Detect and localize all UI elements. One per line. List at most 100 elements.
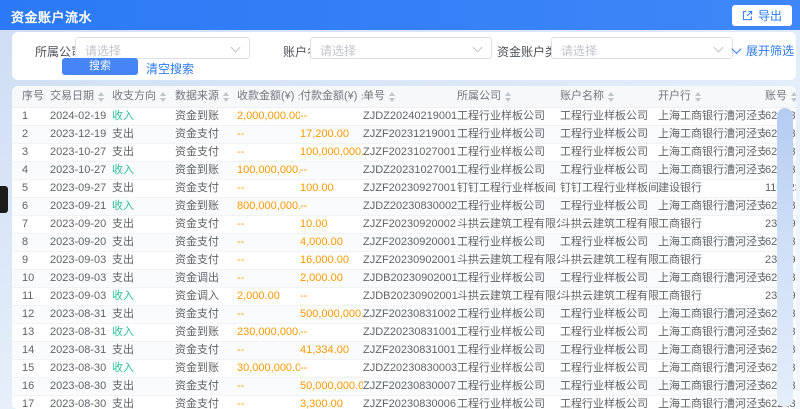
cell-order: ZJZF20230831001 (363, 342, 457, 359)
table-body: 12024-02-19收入资金到账2,000,000.00--ZJDZ20240… (12, 108, 796, 409)
column-header-label: 收支方向 (112, 86, 156, 107)
sort-caret-icon[interactable] (695, 92, 701, 102)
cell-seq: 17 (22, 396, 50, 409)
cell-direction: 收入 (112, 324, 175, 341)
column-header-direction[interactable]: 收支方向 (112, 86, 175, 107)
cell-source: 资金支付 (175, 396, 237, 409)
cell-account: 斗拱云建筑工程有限公司 (560, 288, 658, 305)
collapsed-drawer-handle[interactable] (0, 186, 8, 213)
table-vertical-scrollbar[interactable] (777, 108, 793, 407)
cell-date: 2023-09-27 (50, 180, 112, 197)
column-header-order[interactable]: 单号 (363, 86, 457, 107)
account-type-filter-select[interactable]: 请选择 (551, 37, 733, 59)
cell-bank: 建设银行 (658, 180, 765, 197)
cell-company: 工程行业样板公司 (457, 324, 560, 341)
cell-order: ZJDZ20230831001 (363, 324, 457, 341)
cell-bank: 上海工商银行漕河泾支行 (658, 270, 765, 287)
cell-bank: 上海工商银行漕河泾支行 (658, 360, 765, 377)
cell-account: 工程行业样板公司 (560, 234, 658, 251)
cell-pay: 2,000.00 (300, 270, 363, 287)
cell-source: 资金支付 (175, 378, 237, 395)
table-row: 12024-02-19收入资金到账2,000,000.00--ZJDZ20240… (12, 108, 796, 126)
column-header-label: 账号 (765, 86, 787, 107)
table-row: 32023-10-27支出资金支付--100,000,000.00ZJZF202… (12, 144, 796, 162)
expand-filters-link[interactable]: 展开筛选 (733, 42, 794, 59)
cell-account: 斗拱云建筑工程有限公司 (560, 252, 658, 269)
company-filter-select[interactable]: 请选择 (75, 37, 250, 59)
cell-date: 2023-08-30 (50, 360, 112, 377)
column-header-source[interactable]: 数据来源 (175, 86, 237, 107)
column-header-date[interactable]: 交易日期 (50, 86, 112, 107)
column-header-label: 数据来源 (175, 86, 219, 107)
cell-company: 工程行业样板公司 (457, 126, 560, 143)
cell-receive: 30,000,000.00 (237, 360, 300, 377)
sort-caret-icon[interactable] (791, 92, 796, 102)
account-name-filter-select[interactable]: 请选择 (310, 37, 492, 59)
account-type-filter-placeholder: 请选择 (561, 42, 597, 59)
export-button[interactable]: 导出 (732, 5, 792, 26)
cell-direction: 收入 (112, 162, 175, 179)
sort-caret-icon[interactable] (98, 92, 104, 102)
cell-seq: 5 (22, 180, 50, 197)
table-row: 72023-09-20支出资金支付--10.00ZJZF20230920002斗… (12, 216, 796, 234)
cell-source: 资金支付 (175, 216, 237, 233)
sort-caret-icon[interactable] (389, 92, 395, 102)
cell-direction: 支出 (112, 378, 175, 395)
chevron-down-icon (732, 44, 742, 54)
chevron-down-icon (473, 43, 483, 53)
cell-bank: 上海工商银行漕河泾支行 (658, 234, 765, 251)
cell-order: ZJDB20230902001 (363, 270, 457, 287)
cell-account: 工程行业样板公司 (560, 162, 658, 179)
cell-date: 2023-08-31 (50, 306, 112, 323)
cell-bank: 工商银行 (658, 288, 765, 305)
cell-seq: 9 (22, 252, 50, 269)
column-header-receive[interactable]: 收款金额(¥) (237, 86, 300, 107)
cell-seq: 6 (22, 198, 50, 215)
cell-company: 钉钉工程行业样板间 (457, 180, 560, 197)
cell-receive: -- (237, 342, 300, 359)
cell-receive: 100,000,000.00 (237, 162, 300, 179)
sort-caret-icon[interactable] (505, 92, 511, 102)
account-name-filter-placeholder: 请选择 (320, 42, 356, 59)
column-header-label: 交易日期 (50, 86, 94, 107)
cell-direction: 收入 (112, 360, 175, 377)
cell-receive: 800,000,000.00 (237, 198, 300, 215)
cell-account: 工程行业样板公司 (560, 360, 658, 377)
cell-order: ZJZF20230830007 (363, 378, 457, 395)
transactions-table: 序号交易日期收支方向数据来源收款金额(¥)付款金额(¥)单号所属公司账户名称开户… (12, 86, 796, 409)
cell-date: 2023-10-27 (50, 144, 112, 161)
sort-caret-icon[interactable] (160, 92, 166, 102)
sort-caret-icon[interactable] (223, 92, 229, 102)
cell-receive: 2,000,000.00 (237, 108, 300, 125)
cell-pay: -- (300, 324, 363, 341)
cell-account: 斗拱云建筑工程有限公司 (560, 216, 658, 233)
cell-direction: 收入 (112, 108, 175, 125)
cell-order: ZJZF20231027001 (363, 144, 457, 161)
clear-search-button[interactable]: 清空搜索 (146, 60, 194, 77)
search-button[interactable]: 搜索 (62, 58, 138, 75)
cell-direction: 支出 (112, 306, 175, 323)
cell-receive: -- (237, 234, 300, 251)
column-header-account_no[interactable]: 账号 (765, 86, 796, 107)
sort-caret-icon[interactable] (608, 92, 614, 102)
cell-order: ZJDZ20230830003 (363, 360, 457, 377)
cell-date: 2023-08-31 (50, 324, 112, 341)
column-header-account[interactable]: 账户名称 (560, 86, 658, 107)
cell-receive: -- (237, 306, 300, 323)
cell-date: 2023-09-21 (50, 198, 112, 215)
column-header-label: 账户名称 (560, 86, 604, 107)
column-header-pay[interactable]: 付款金额(¥) (300, 86, 363, 107)
column-header-bank[interactable]: 开户行 (658, 86, 765, 107)
cell-date: 2023-08-30 (50, 396, 112, 409)
cell-source: 资金到账 (175, 198, 237, 215)
table-row: 172023-08-30支出资金支付--3,300.00ZJZF20230830… (12, 396, 796, 409)
column-header-company[interactable]: 所属公司 (457, 86, 560, 107)
table-row: 132023-08-31收入资金到账230,000,000.00--ZJDZ20… (12, 324, 796, 342)
cell-date: 2023-09-20 (50, 216, 112, 233)
cell-order: ZJDZ20230830002 (363, 198, 457, 215)
cell-seq: 3 (22, 144, 50, 161)
cell-date: 2023-09-03 (50, 252, 112, 269)
cell-receive: -- (237, 180, 300, 197)
cell-order: ZJZF20230927001 (363, 180, 457, 197)
cell-receive: 230,000,000.00 (237, 324, 300, 341)
